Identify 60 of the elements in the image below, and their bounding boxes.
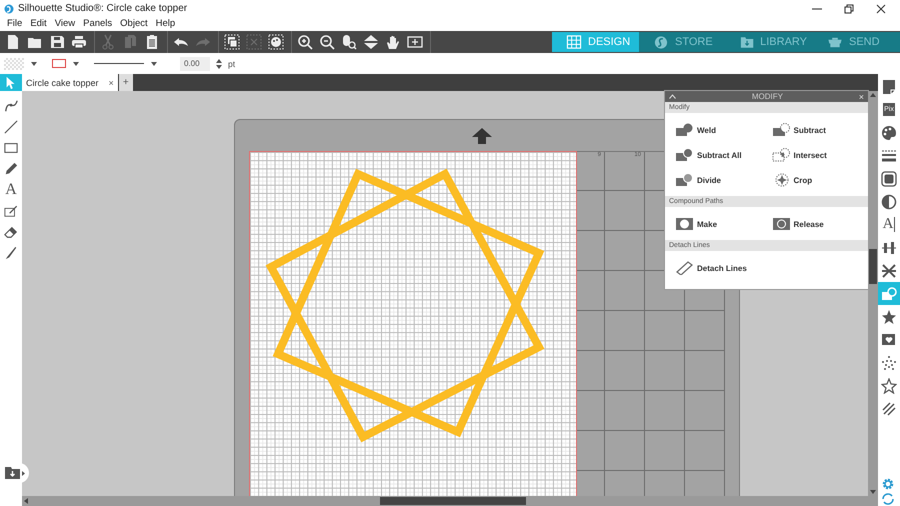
tab-title: Circle cake topper	[26, 78, 99, 88]
menu-item[interactable]: Object	[116, 18, 152, 29]
modify-action[interactable]: Detach Lines	[675, 256, 747, 280]
scrollbar-thumb[interactable]	[869, 249, 877, 284]
unit-label: pt	[228, 58, 236, 68]
scrollbar-thumb[interactable]	[380, 497, 526, 505]
ring-icon	[772, 217, 790, 231]
modify-action[interactable]: Crop	[772, 168, 812, 192]
close-icon[interactable]	[876, 4, 886, 14]
menu-item[interactable]: Panels	[79, 18, 116, 29]
menu-item[interactable]: File	[3, 18, 26, 29]
zoom-in-icon[interactable]	[296, 33, 314, 51]
modify-action[interactable]: Subtract	[772, 118, 826, 142]
modify-action[interactable]: Make	[675, 212, 718, 236]
line-width-field[interactable]: 0.00	[180, 56, 210, 70]
merged-shapes-icon	[675, 148, 694, 162]
up-arrow-icon[interactable]	[471, 126, 493, 144]
mouse-magnifier-icon[interactable]	[340, 33, 358, 51]
slanted-bar-icon	[675, 261, 694, 275]
split-shapes-icon	[675, 173, 694, 187]
stacked-squares-icon[interactable]	[223, 33, 241, 51]
menu-item[interactable]: Help	[152, 18, 180, 29]
modify-action[interactable]: Subtract All	[675, 143, 742, 167]
text-style-button[interactable]: A	[878, 213, 900, 236]
palette-icon[interactable]	[267, 33, 285, 51]
merged-shapes-icon	[675, 123, 694, 137]
modify-action[interactable]: Weld	[675, 118, 716, 142]
hand-icon[interactable]	[384, 33, 402, 51]
sync-icon[interactable]	[881, 492, 897, 506]
dropdown-caret-icon[interactable]	[30, 60, 38, 66]
grid-icon	[566, 34, 582, 50]
menu-item[interactable]: Edit	[26, 18, 51, 29]
line-color-swatch[interactable]	[52, 59, 66, 68]
fill-swatch[interactable]	[4, 58, 24, 70]
subtract-shapes-icon	[772, 123, 790, 137]
panel-title: MODIFY	[752, 92, 783, 101]
modify-action[interactable]: Divide	[675, 168, 722, 192]
restore-icon[interactable]	[844, 4, 854, 14]
vertical-scrollbar[interactable]	[868, 91, 878, 496]
swirl-icon	[653, 34, 669, 50]
star-design[interactable]	[266, 168, 544, 442]
modify-action[interactable]: Release	[772, 212, 824, 236]
panel-close-button[interactable]: ×	[858, 92, 864, 102]
folder-icon	[740, 34, 754, 50]
modify-action[interactable]: Intersect	[772, 143, 827, 167]
logo-icon	[4, 4, 14, 14]
floppy-disk-icon[interactable]	[48, 33, 66, 51]
text-tool[interactable]: A	[0, 179, 22, 200]
horizontal-scrollbar[interactable]	[22, 496, 878, 506]
document-tab[interactable]: Circle cake topper ×	[22, 74, 118, 91]
spinner-icon[interactable]	[216, 58, 222, 70]
dropdown-caret-icon[interactable]	[72, 60, 80, 66]
dropdown-caret-icon[interactable]	[150, 60, 158, 66]
window-title: Silhouette Studio®: Circle cake topper	[18, 3, 188, 14]
zoom-out-icon[interactable]	[318, 33, 336, 51]
add-tab-button[interactable]: +	[118, 74, 133, 91]
intersect-shapes-icon	[772, 148, 790, 162]
collapse-button[interactable]	[669, 94, 676, 99]
tab-close-button[interactable]: ×	[108, 78, 114, 88]
menu-item[interactable]: View	[50, 18, 80, 29]
